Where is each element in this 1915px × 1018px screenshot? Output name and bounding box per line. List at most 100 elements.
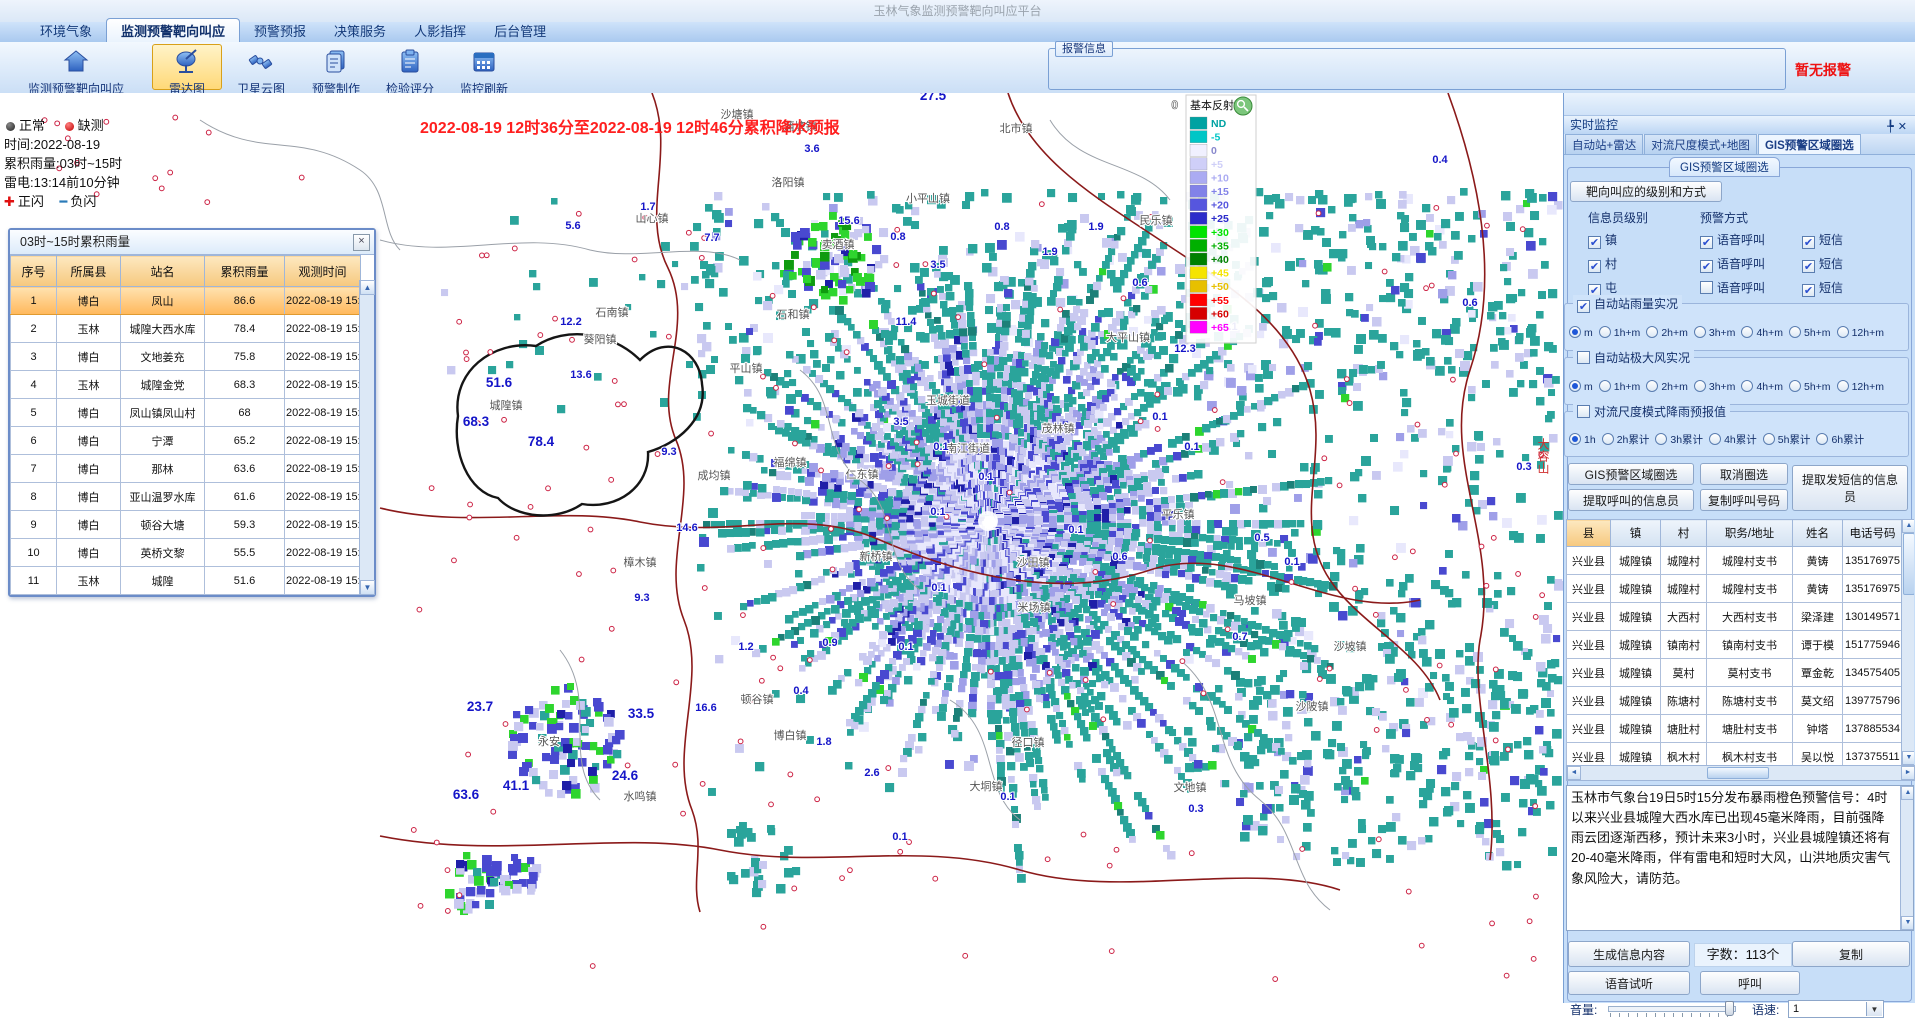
table-row[interactable]: 兴业县城隍镇大西村大西村支书梁泽建130149571: [1567, 603, 1903, 631]
tab-GIS预警区域圈选[interactable]: GIS预警区域圈选: [1758, 134, 1861, 154]
radio-4h+m[interactable]: 4h+m: [1741, 327, 1783, 339]
radio-4h累计[interactable]: 4h累计: [1709, 434, 1757, 446]
scroll-right-icon[interactable]: ►: [1901, 766, 1915, 780]
close-icon[interactable]: ×: [353, 234, 370, 251]
scroll-up-icon[interactable]: ▲: [1902, 519, 1914, 533]
contacts-col-村[interactable]: 村: [1661, 520, 1707, 547]
table-row[interactable]: 5博白凤山镇凤山村682022-08-19 15:00: [11, 399, 361, 427]
table-row[interactable]: 4玉林城隍金党68.32022-08-19 15:00: [11, 371, 361, 399]
checkbox-sms[interactable]: ✔: [1802, 236, 1815, 249]
radio-5h累计[interactable]: 5h累计: [1763, 434, 1811, 446]
radio-3h累计[interactable]: 3h累计: [1655, 434, 1703, 446]
toolbar-button-监测预警靶向叫应[interactable]: 监测预警靶向叫应: [2, 44, 150, 90]
generate-message-button[interactable]: 生成信息内容: [1568, 941, 1690, 967]
rain-col-累积雨量[interactable]: 累积雨量: [205, 256, 285, 287]
chevron-down-icon[interactable]: ▼: [1866, 1002, 1882, 1016]
rain-col-序号[interactable]: 序号: [11, 256, 57, 287]
checkbox-sms[interactable]: ✔: [1802, 260, 1815, 273]
radio-m[interactable]: m: [1569, 327, 1593, 339]
extract-sms-button[interactable]: 提取发短信的信息员: [1792, 465, 1908, 511]
table-row[interactable]: 兴业县城隍镇塘肚村塘肚村支书钟塔137885534: [1567, 715, 1903, 743]
toolbar-button-检验评分[interactable]: 检验评分: [374, 44, 446, 90]
radio-3h+m[interactable]: 3h+m: [1694, 327, 1736, 339]
tab-对流尺度模式+地图[interactable]: 对流尺度模式+地图: [1644, 134, 1757, 154]
contacts-col-镇[interactable]: 镇: [1611, 520, 1661, 547]
radio-3h+m[interactable]: 3h+m: [1694, 381, 1736, 393]
radio-1h[interactable]: 1h: [1569, 434, 1596, 446]
menu-tab-人影指挥[interactable]: 人影指挥: [400, 19, 480, 42]
radio-5h+m[interactable]: 5h+m: [1789, 327, 1831, 339]
rain-col-站名[interactable]: 站名: [121, 256, 205, 287]
scroll-down-icon[interactable]: ▼: [1901, 916, 1914, 930]
table-row[interactable]: 11玉林城隍51.62022-08-19 15:00: [11, 567, 361, 595]
copy-button[interactable]: 复制: [1792, 941, 1910, 967]
extract-call-button[interactable]: 提取呼叫的信息员: [1568, 489, 1694, 511]
level-mode-button[interactable]: 靶向叫应的级别和方式: [1570, 181, 1722, 202]
table-row[interactable]: 6博白宁潭65.22022-08-19 15:00: [11, 427, 361, 455]
table-row[interactable]: 9博白顿谷大塘59.32022-08-19 15:00: [11, 511, 361, 539]
menu-tab-决策服务[interactable]: 决策服务: [320, 19, 400, 42]
contacts-hscrollbar[interactable]: ◄►: [1566, 765, 1915, 781]
radio-1h+m[interactable]: 1h+m: [1599, 381, 1641, 393]
toolbar-button-监控刷新[interactable]: 监控刷新: [448, 44, 520, 90]
cancel-select-button[interactable]: 取消圈选: [1700, 463, 1788, 485]
toolbar-button-预警制作[interactable]: 预警制作: [300, 44, 372, 90]
checkbox-voice[interactable]: ✔: [1700, 260, 1713, 273]
pin-icon[interactable]: ╄: [1887, 121, 1898, 133]
contacts-col-县[interactable]: 县: [1567, 520, 1611, 547]
contacts-col-姓名[interactable]: 姓名: [1793, 520, 1843, 547]
table-row[interactable]: 兴业县城隍镇陈塘村陈塘村支书莫文绍139775796: [1567, 687, 1903, 715]
rain-col-所属县[interactable]: 所属县: [57, 256, 121, 287]
radio-m[interactable]: m: [1569, 381, 1593, 393]
warning-message-text[interactable]: 玉林市气象台19日5时15分发布暴雨橙色预警信号：4时以来兴业县城隍大西水库已出…: [1566, 785, 1914, 931]
table-row[interactable]: 兴业县城隍镇城隍村城隍村支书黄铸135176975: [1567, 547, 1903, 575]
volume-slider[interactable]: [1608, 1001, 1736, 1017]
message-vscrollbar[interactable]: ▲▼: [1900, 786, 1914, 930]
table-row[interactable]: 兴业县城隍镇莫村莫村支书覃金乾134575405: [1567, 659, 1903, 687]
menu-tab-后台管理[interactable]: 后台管理: [480, 19, 560, 42]
gis-select-button[interactable]: GIS预警区域圈选: [1568, 463, 1694, 485]
radio-2h+m[interactable]: 2h+m: [1646, 381, 1688, 393]
menu-tab-监测预警靶向叫应[interactable]: 监测预警靶向叫应: [106, 18, 240, 42]
call-button[interactable]: 呼叫: [1700, 971, 1800, 995]
scroll-thumb[interactable]: [1707, 767, 1769, 779]
checkbox-voice[interactable]: ✔: [1700, 236, 1713, 249]
scroll-thumb[interactable]: [1903, 533, 1914, 595]
auto-rain-checkbox[interactable]: ✔: [1577, 300, 1590, 313]
contacts-col-电话号码[interactable]: 电话号码: [1843, 520, 1903, 547]
table-row[interactable]: 10博白英桥文黎55.52022-08-19 15:00: [11, 539, 361, 567]
map-zoom-button[interactable]: [1234, 97, 1252, 115]
scroll-left-icon[interactable]: ◄: [1567, 766, 1581, 780]
close-icon[interactable]: ✕: [1898, 121, 1911, 133]
contacts-col-职务/地址[interactable]: 职务/地址: [1707, 520, 1793, 547]
table-row[interactable]: 1博白凤山86.62022-08-19 15:00: [11, 287, 361, 315]
radio-2h累计[interactable]: 2h累计: [1602, 434, 1650, 446]
toolbar-button-卫星云图[interactable]: 卫星云图: [224, 44, 298, 90]
checkbox-voice[interactable]: [1700, 281, 1713, 294]
radio-4h+m[interactable]: 4h+m: [1741, 381, 1783, 393]
scroll-down-icon[interactable]: ▼: [360, 580, 375, 595]
rain-col-观测时间[interactable]: 观测时间: [285, 256, 361, 287]
copy-number-button[interactable]: 复制呼叫号码: [1700, 489, 1788, 511]
table-row[interactable]: 兴业县城隍镇城隍村城隍村支书黄铸135176975: [1567, 575, 1903, 603]
scroll-up-icon[interactable]: ▲: [1901, 786, 1914, 800]
radio-1h+m[interactable]: 1h+m: [1599, 327, 1641, 339]
radio-5h+m[interactable]: 5h+m: [1789, 381, 1831, 393]
radio-2h+m[interactable]: 2h+m: [1646, 327, 1688, 339]
table-row[interactable]: 2玉林城隍大西水库78.42022-08-19 15:00: [11, 315, 361, 343]
table-row[interactable]: 兴业县城隍镇枫木村枫木村支书吴以悦137375511: [1567, 743, 1903, 766]
checkbox-村[interactable]: ✔: [1588, 260, 1601, 273]
toolbar-button-雷达图[interactable]: 雷达图: [152, 44, 222, 90]
model-rain-checkbox[interactable]: [1577, 405, 1590, 418]
table-row[interactable]: 8博白亚山温罗水库61.62022-08-19 15:00: [11, 483, 361, 511]
table-row[interactable]: 7博白那林63.62022-08-19 15:00: [11, 455, 361, 483]
auto-wind-checkbox[interactable]: [1577, 351, 1590, 364]
scroll-up-icon[interactable]: ▲: [360, 280, 375, 295]
tab-自动站+雷达[interactable]: 自动站+雷达: [1565, 134, 1643, 154]
contacts-vscrollbar[interactable]: ▲▼: [1901, 519, 1914, 765]
checkbox-镇[interactable]: ✔: [1588, 236, 1601, 249]
radio-6h累计[interactable]: 6h累计: [1816, 434, 1864, 446]
radio-12h+m[interactable]: 12h+m: [1837, 327, 1884, 339]
slider-thumb[interactable]: [1725, 1001, 1734, 1016]
rain-table-scrollbar[interactable]: ▲ ▼: [359, 280, 374, 595]
